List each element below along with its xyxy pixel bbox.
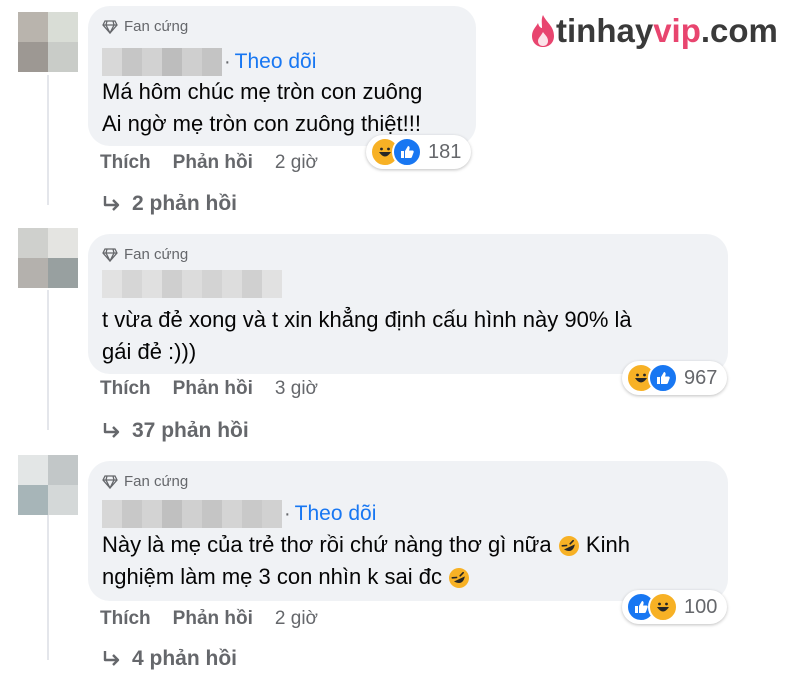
author-name-blurred[interactable]	[102, 48, 222, 76]
author-name-blurred[interactable]	[102, 270, 282, 298]
comment-text-line: Má hôm chúc mẹ tròn con zuông	[102, 79, 423, 104]
fan-badge: Fan cứng	[102, 18, 188, 35]
timestamp[interactable]: 2 giờ	[275, 608, 318, 630]
logo-text-accent: vip	[653, 12, 701, 49]
author-name-blurred[interactable]	[102, 500, 282, 528]
diamond-icon	[102, 19, 118, 34]
reaction-count: 181	[428, 140, 462, 163]
comment-text-line: Này là mẹ của trẻ thơ rồi chứ nàng thơ g…	[102, 529, 630, 561]
comment-actions: Thích Phản hồi 2 giờ	[100, 152, 318, 174]
timestamp[interactable]: 2 giờ	[275, 152, 318, 174]
thread-line	[47, 75, 49, 205]
avatar[interactable]	[18, 228, 78, 288]
reply-button[interactable]: Phản hồi	[173, 152, 253, 174]
author-row: · Theo dõi	[102, 500, 376, 528]
flame-icon	[532, 15, 554, 47]
like-button[interactable]: Thích	[100, 608, 151, 630]
like-button[interactable]: Thích	[100, 152, 151, 174]
badge-label: Fan cứng	[124, 473, 189, 490]
comment-text-segment: Này là mẹ của trẻ thơ rồi chứ nàng thơ g…	[102, 532, 552, 557]
reaction-count: 967	[684, 366, 718, 389]
replies-label: 37 phản hồi	[132, 419, 249, 442]
reply-arrow-icon	[103, 651, 120, 666]
thread-line	[47, 290, 49, 430]
badge-label: Fan cứng	[124, 246, 189, 263]
comment-text-line: nghiệm làm mẹ 3 con nhìn k sai đc	[102, 561, 470, 593]
reply-button[interactable]: Phản hồi	[173, 608, 253, 630]
fan-badge: Fan cứng	[102, 473, 188, 490]
reply-arrow-icon	[103, 423, 120, 438]
comment-bubble: Fan cứng t vừa đẻ xong và t xin khẳng đị…	[88, 234, 728, 374]
logo-text-brand: tinhay	[556, 12, 654, 49]
reaction-summary[interactable]: 181	[366, 135, 472, 169]
reaction-summary[interactable]: 100	[622, 590, 728, 624]
watermark-logo: tinhay vip .com	[530, 12, 778, 50]
view-replies-button[interactable]: 4 phản hồi	[102, 647, 237, 671]
follow-separator: ·	[224, 50, 231, 73]
follow-link[interactable]: Theo dõi	[235, 50, 317, 74]
rofl-emoji-icon	[449, 568, 470, 589]
avatar[interactable]	[18, 455, 78, 515]
comment-bubble: Fan cứng · Theo dõi Má hôm chúc mẹ tròn …	[88, 6, 476, 146]
view-replies-button[interactable]: 2 phản hồi	[102, 192, 237, 216]
badge-label: Fan cứng	[124, 18, 189, 35]
avatar[interactable]	[18, 12, 78, 72]
follow-link[interactable]: Theo dõi	[295, 502, 377, 526]
comment-actions: Thích Phản hồi 2 giờ	[100, 608, 318, 630]
comment-text-line: Ai ngờ mẹ tròn con zuông thiệt!!!	[102, 111, 421, 136]
rofl-emoji-icon	[558, 536, 579, 557]
comment-actions: Thích Phản hồi 3 giờ	[100, 378, 318, 400]
like-icon	[648, 363, 678, 393]
comment-bubble: Fan cứng · Theo dõi Này là mẹ của trẻ th…	[88, 461, 728, 601]
timestamp[interactable]: 3 giờ	[275, 378, 318, 400]
reply-arrow-icon	[103, 196, 120, 211]
comment-text-line: t vừa đẻ xong và t xin khẳng định cấu hì…	[102, 307, 632, 332]
author-row: · Theo dõi	[102, 48, 316, 76]
author-row	[102, 270, 282, 298]
view-replies-button[interactable]: 37 phản hồi	[102, 419, 249, 443]
reaction-count: 100	[684, 595, 718, 618]
diamond-icon	[102, 474, 118, 489]
thread-line	[47, 515, 49, 660]
comment-text-segment: Kinh	[585, 532, 630, 557]
haha-icon	[648, 592, 678, 622]
like-icon	[392, 137, 422, 167]
diamond-icon	[102, 247, 118, 262]
replies-label: 2 phản hồi	[132, 192, 237, 215]
like-button[interactable]: Thích	[100, 378, 151, 400]
reaction-summary[interactable]: 967	[622, 361, 728, 395]
comment-text-segment: nghiệm làm mẹ 3 con nhìn k sai đc	[102, 564, 442, 589]
comment-text-line: gái đẻ :)))	[102, 339, 197, 364]
logo-text-tld: .com	[700, 12, 778, 49]
reply-button[interactable]: Phản hồi	[173, 378, 253, 400]
replies-label: 4 phản hồi	[132, 647, 237, 670]
follow-separator: ·	[284, 502, 291, 525]
fan-badge: Fan cứng	[102, 246, 188, 263]
